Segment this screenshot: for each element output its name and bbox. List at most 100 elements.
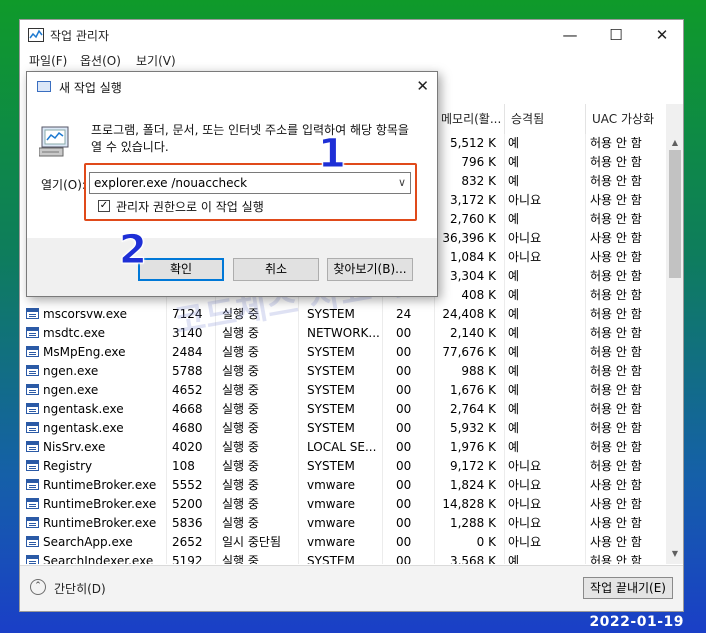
highlight-box-step1 — [84, 163, 417, 221]
chevron-up-icon[interactable]: ⌃ — [30, 579, 46, 595]
process-elevated: 아니요 — [508, 535, 542, 549]
process-elevated: 예 — [508, 364, 520, 378]
table-row[interactable]: ngentask.exe 4668 실행 중 SYSTEM 00 2,764 K 예 허용 안… — [20, 400, 666, 419]
table-row[interactable]: RuntimeBroker.exe 5836 실행 중 vmware 00 1,288 K… — [20, 514, 666, 533]
process-memory: 3,568 K — [449, 554, 496, 564]
minimize-button[interactable]: — — [547, 20, 593, 50]
vertical-scrollbar[interactable]: ▲ ▼ — [666, 104, 683, 564]
maximize-button[interactable]: ☐ — [593, 20, 639, 50]
process-pid: 5200 — [172, 497, 203, 511]
process-window-icon — [26, 498, 39, 509]
table-row[interactable]: SearchIndexer.exe 5192 실행 중 SYSTEM 00 3,568 K… — [20, 552, 666, 564]
process-pid: 4680 — [172, 421, 203, 435]
table-row[interactable]: msdtc.exe 3140 실행 중 NETWORK... 00 2,140 K 예 허용 … — [20, 324, 666, 343]
cancel-button[interactable]: 취소 — [233, 258, 319, 281]
table-row[interactable]: ngentask.exe 4680 실행 중 SYSTEM 00 5,932 K 예 허용 안… — [20, 419, 666, 438]
process-memory: 1,824 K — [449, 478, 496, 492]
end-task-button[interactable]: 작업 끝내기(E) — [583, 577, 673, 599]
process-status: 일시 중단됨 — [222, 535, 282, 549]
fewer-details-button[interactable]: 간단히(D) — [54, 580, 106, 597]
dialog-close-button[interactable]: ✕ — [416, 77, 429, 95]
process-user: SYSTEM — [307, 421, 355, 435]
process-name: SearchApp.exe — [43, 535, 133, 549]
process-cpu: 00 — [396, 383, 412, 397]
table-row[interactable]: mscorsvw.exe 7124 실행 중 SYSTEM 24 24,408 K 예 허용 … — [20, 305, 666, 324]
step-2-badge: 2 — [119, 227, 148, 273]
run-new-task-dialog: 새 작업 실행 ✕ 프로그램, 폴더, 문서, 또는 인터넷 주소를 입력하여 … — [26, 71, 438, 297]
process-user: SYSTEM — [307, 402, 355, 416]
process-window-icon — [26, 460, 39, 471]
process-memory: 3,172 K — [449, 193, 496, 207]
scroll-thumb[interactable] — [669, 150, 681, 278]
table-row[interactable]: SearchApp.exe 2652 일시 중단됨 vmware 00 0 K 아니요 사용 … — [20, 533, 666, 552]
process-cpu: 00 — [396, 421, 412, 435]
process-memory: 36,396 K — [442, 231, 496, 245]
process-elevated: 예 — [508, 421, 520, 435]
scroll-up-icon[interactable]: ▲ — [666, 135, 683, 151]
process-uac: 사용 안 함 — [590, 231, 642, 245]
run-program-icon — [39, 126, 69, 157]
process-uac: 허용 안 함 — [590, 288, 642, 302]
process-cpu: 00 — [396, 535, 412, 549]
process-cpu: 00 — [396, 364, 412, 378]
column-header-memory[interactable]: 메모리(활... — [434, 104, 504, 134]
process-cpu: 00 — [396, 497, 412, 511]
process-status: 실행 중 — [222, 497, 259, 511]
process-pid: 2652 — [172, 535, 203, 549]
run-window-icon — [37, 81, 51, 92]
column-header-elevated[interactable]: 승격됨 — [504, 104, 585, 134]
date-stamp: 2022-01-19 — [589, 614, 684, 630]
browse-button[interactable]: 찾아보기(B)... — [327, 258, 413, 281]
column-header-uac[interactable]: UAC 가상화 — [585, 104, 666, 134]
process-elevated: 예 — [508, 440, 520, 454]
menu-view[interactable]: 보기(V) — [136, 52, 176, 69]
process-name: msdtc.exe — [43, 326, 105, 340]
table-row[interactable]: RuntimeBroker.exe 5552 실행 중 vmware 00 1,824 K… — [20, 476, 666, 495]
process-memory: 5,932 K — [449, 421, 496, 435]
process-uac: 허용 안 함 — [590, 326, 642, 340]
close-button[interactable]: ✕ — [639, 20, 683, 50]
table-row[interactable]: ngen.exe 5788 실행 중 SYSTEM 00 988 K 예 허용 안 함 — [20, 362, 666, 381]
process-user: SYSTEM — [307, 364, 355, 378]
process-user: SYSTEM — [307, 307, 355, 321]
ok-button[interactable]: 확인 — [138, 258, 224, 281]
table-row[interactable]: ngen.exe 4652 실행 중 SYSTEM 00 1,676 K 예 허용 안 함 — [20, 381, 666, 400]
process-memory: 5,512 K — [449, 136, 496, 150]
process-name: ngen.exe — [43, 364, 99, 378]
process-status: 실행 중 — [222, 383, 259, 397]
process-pid: 5552 — [172, 478, 203, 492]
process-user: SYSTEM — [307, 383, 355, 397]
process-status: 실행 중 — [222, 554, 259, 564]
process-pid: 108 — [172, 459, 195, 473]
menu-file[interactable]: 파일(F) — [29, 52, 67, 69]
process-memory: 77,676 K — [442, 345, 496, 359]
process-window-icon — [26, 517, 39, 528]
process-pid: 7124 — [172, 307, 203, 321]
scroll-down-icon[interactable]: ▼ — [666, 546, 683, 562]
table-row[interactable]: Registry 108 실행 중 SYSTEM 00 9,172 K 아니요 허용 안 함 — [20, 457, 666, 476]
menu-options[interactable]: 옵션(O) — [80, 52, 121, 69]
process-uac: 허용 안 함 — [590, 402, 642, 416]
process-elevated: 예 — [508, 288, 520, 302]
process-status: 실행 중 — [222, 326, 259, 340]
table-row[interactable]: MsMpEng.exe 2484 실행 중 SYSTEM 00 77,676 K 예 허용 안… — [20, 343, 666, 362]
process-memory: 1,676 K — [449, 383, 496, 397]
process-elevated: 예 — [508, 383, 520, 397]
process-cpu: 00 — [396, 516, 412, 530]
process-elevated: 예 — [508, 345, 520, 359]
process-memory: 2,140 K — [449, 326, 496, 340]
process-name: NisSrv.exe — [43, 440, 106, 454]
window-title: 작업 관리자 — [50, 29, 110, 43]
process-uac: 허용 안 함 — [590, 136, 642, 150]
process-elevated: 아니요 — [508, 497, 542, 511]
process-memory: 988 K — [461, 364, 496, 378]
process-name: mscorsvw.exe — [43, 307, 127, 321]
process-elevated: 아니요 — [508, 193, 542, 207]
footer-bar: ⌃ 간단히(D) 작업 끝내기(E) — [20, 565, 683, 611]
process-cpu: 00 — [396, 554, 412, 564]
table-row[interactable]: NisSrv.exe 4020 실행 중 LOCAL SE... 00 1,976 K 예 허… — [20, 438, 666, 457]
process-uac: 허용 안 함 — [590, 383, 642, 397]
process-cpu: 00 — [396, 345, 412, 359]
process-window-icon — [26, 536, 39, 547]
table-row[interactable]: RuntimeBroker.exe 5200 실행 중 vmware 00 14,828 … — [20, 495, 666, 514]
